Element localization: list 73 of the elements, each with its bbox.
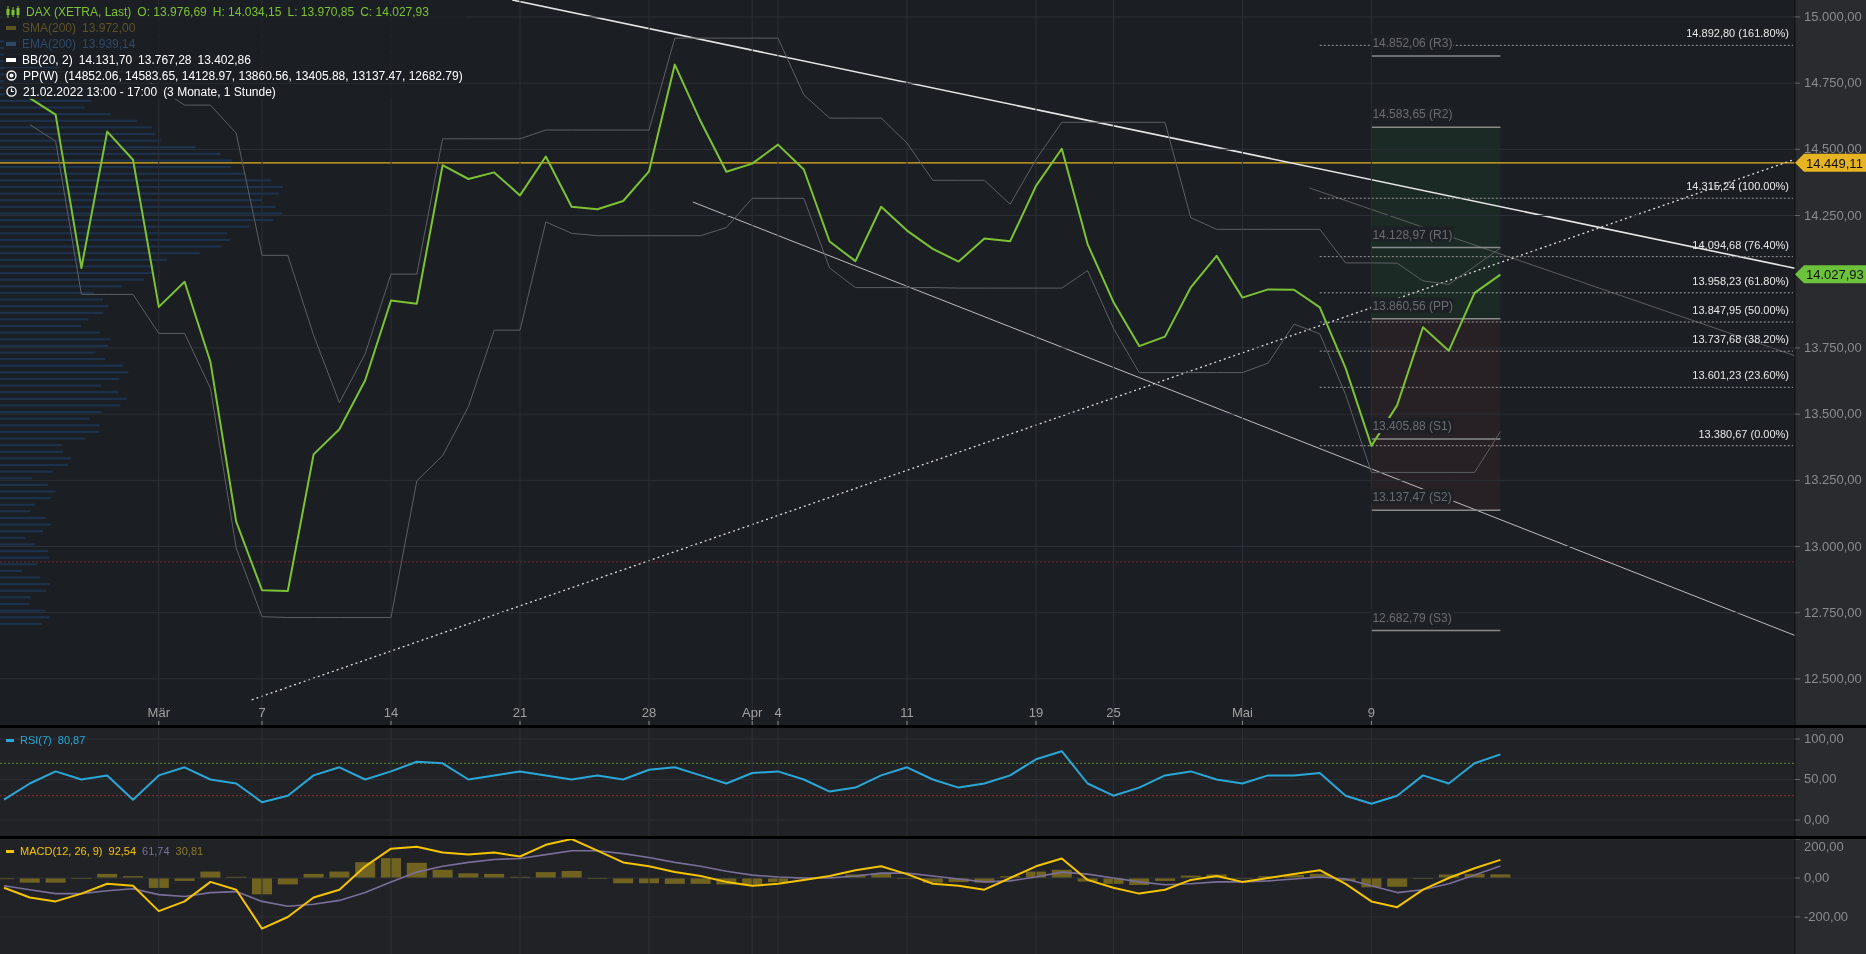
date-label: Mai xyxy=(1231,705,1253,720)
indicator-value: H: 14.034,15 xyxy=(212,3,282,21)
indicator-value: (3 Monate, 1 Stunde) xyxy=(163,83,276,101)
indicator-value: 92,54 xyxy=(108,844,137,859)
indicator-label: EMA(200) xyxy=(22,35,77,53)
target-icon xyxy=(6,70,17,81)
indicator-label: DAX (XETRA, Last) xyxy=(26,3,132,21)
date-label: Mär xyxy=(147,705,170,720)
fib-label: 14.315,24 (100.00%) xyxy=(1686,180,1789,193)
indicator-label: PP(W) xyxy=(23,67,59,85)
indicator-value: 14.131,70 xyxy=(78,51,133,69)
indicator-value: 61,74 xyxy=(142,844,170,859)
date-label: 4 xyxy=(774,705,782,720)
axis-label: 15.000,00 xyxy=(1804,8,1862,24)
indicator-label: SMA(200) xyxy=(22,19,77,37)
axis-label: 13.000,00 xyxy=(1804,538,1862,554)
indicator-value: 30,81 xyxy=(175,844,204,859)
date-label: 19 xyxy=(1028,705,1044,720)
date-label: 11 xyxy=(900,705,914,720)
series-marker xyxy=(6,849,14,853)
axis-label: -200,00 xyxy=(1804,908,1849,924)
indicator-value: 13.767,28 xyxy=(138,51,192,69)
axis-label: 0,00 xyxy=(1804,870,1830,885)
fib-label: 13.380,67 (0.00%) xyxy=(1698,427,1789,440)
date-label: 28 xyxy=(641,705,657,720)
date-label: Apr xyxy=(742,705,763,720)
date-label: 14 xyxy=(383,705,399,720)
indicator-value: 13.939,14 xyxy=(82,35,136,53)
axis-label: 50,00 xyxy=(1804,771,1837,787)
candlestick-icon xyxy=(6,5,20,18)
pivot-label: 14.583,65 (R2) xyxy=(1371,106,1454,122)
pivot-label: 13.137,47 (S2) xyxy=(1371,489,1454,505)
axis-label: 0,00 xyxy=(1804,811,1830,827)
fib-label: 14.094,68 (76.40%) xyxy=(1692,238,1789,251)
date-label: 9 xyxy=(1367,705,1375,720)
axis-label: 12.750,00 xyxy=(1804,604,1862,620)
indicator-value: L: 13.970,85 xyxy=(287,3,355,21)
price-tag: 14.027,93 xyxy=(1795,265,1866,284)
indicator-label: 21.02.2022 13:00 - 17:00 xyxy=(23,83,158,101)
indicator-label: RSI(7) xyxy=(20,733,52,748)
axis-label: 14.750,00 xyxy=(1804,75,1862,91)
indicator-value: 13.402,86 xyxy=(197,51,251,69)
series-marker xyxy=(6,25,16,30)
indicator-value: C: 14.027,93 xyxy=(360,3,429,21)
fib-label: 13.958,23 (61.80%) xyxy=(1692,274,1789,287)
indicator-value: 80,87 xyxy=(57,733,86,748)
pivot-label: 13.860,56 (PP) xyxy=(1371,297,1454,313)
indicator-label: MACD(12, 26, 9) xyxy=(20,844,103,859)
indicator-value: 13.972,00 xyxy=(82,19,136,37)
fib-label: 13.601,23 (23.60%) xyxy=(1692,369,1789,382)
pivot-label: 14.852,06 (R3) xyxy=(1371,35,1454,51)
axis-label: 100,00 xyxy=(1804,731,1844,746)
date-label: 21 xyxy=(512,705,528,720)
fib-label: 13.737,68 (38.20%) xyxy=(1692,333,1789,346)
axis-label: 13.750,00 xyxy=(1804,339,1862,355)
series-marker xyxy=(6,57,16,62)
clock-icon xyxy=(6,86,17,97)
axis-label: 14.250,00 xyxy=(1804,207,1862,223)
indicator-label: BB(20, 2) xyxy=(22,51,73,69)
date-label: 7 xyxy=(258,705,266,720)
indicator-value: (14852.06, 14583.65, 14128.97, 13860.56, 13405.88, 13137.47, 12682.79) xyxy=(64,67,463,85)
axis-label: 200,00 xyxy=(1804,839,1844,854)
pivot-label: 13.405,88 (S1) xyxy=(1371,418,1454,434)
series-marker xyxy=(6,41,16,46)
axis-label: 13.250,00 xyxy=(1804,472,1862,488)
fib-label: 14.892,80 (161.80%) xyxy=(1686,27,1789,40)
axis-label: 13.500,00 xyxy=(1804,406,1862,422)
date-label: 25 xyxy=(1106,705,1121,720)
fib-label: 13.847,95 (50.00%) xyxy=(1692,304,1789,316)
axis-label: 12.500,00 xyxy=(1804,670,1862,686)
pivot-label: 12.682,79 (S3) xyxy=(1371,609,1454,625)
pivot-label: 14.128,97 (R1) xyxy=(1371,226,1454,242)
indicator-value: O: 13.976,69 xyxy=(137,3,207,21)
